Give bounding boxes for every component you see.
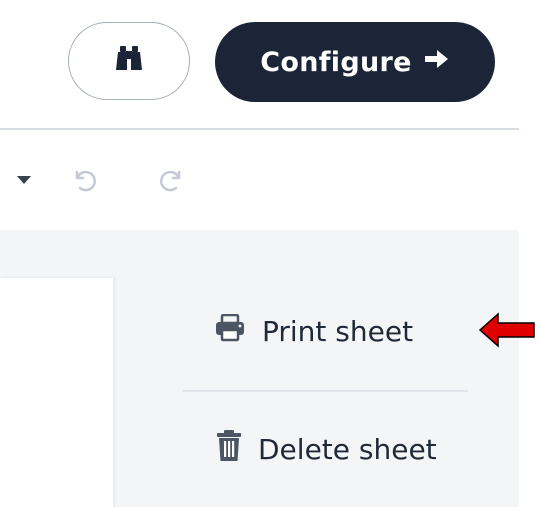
- binoculars-icon: [115, 46, 143, 76]
- delete-sheet-label: Delete sheet: [258, 432, 437, 466]
- trash-icon: [216, 429, 242, 469]
- caret-down-icon[interactable]: [14, 172, 34, 186]
- red-arrow-pointer: [478, 311, 536, 349]
- sheet-area: Print sheet Delete sheet: [0, 230, 519, 507]
- print-sheet-menu-item[interactable]: Print sheet: [214, 308, 413, 354]
- print-sheet-label: Print sheet: [262, 314, 414, 348]
- redo-icon[interactable]: [158, 166, 186, 198]
- app-root: Configure Print sheet Delete sheet: [0, 0, 539, 507]
- arrow-right-icon: [422, 46, 450, 79]
- undo-icon[interactable]: [70, 166, 98, 198]
- configure-button[interactable]: Configure: [215, 22, 495, 102]
- top-toolbar: Configure: [0, 0, 519, 130]
- edit-toolbar: [0, 130, 519, 230]
- search-binoculars-button[interactable]: [68, 22, 190, 100]
- configure-label: Configure: [260, 46, 412, 78]
- delete-sheet-menu-item[interactable]: Delete sheet: [216, 426, 437, 472]
- printer-icon: [214, 313, 246, 349]
- sheet-panel: [0, 278, 113, 507]
- menu-divider: [183, 390, 468, 392]
